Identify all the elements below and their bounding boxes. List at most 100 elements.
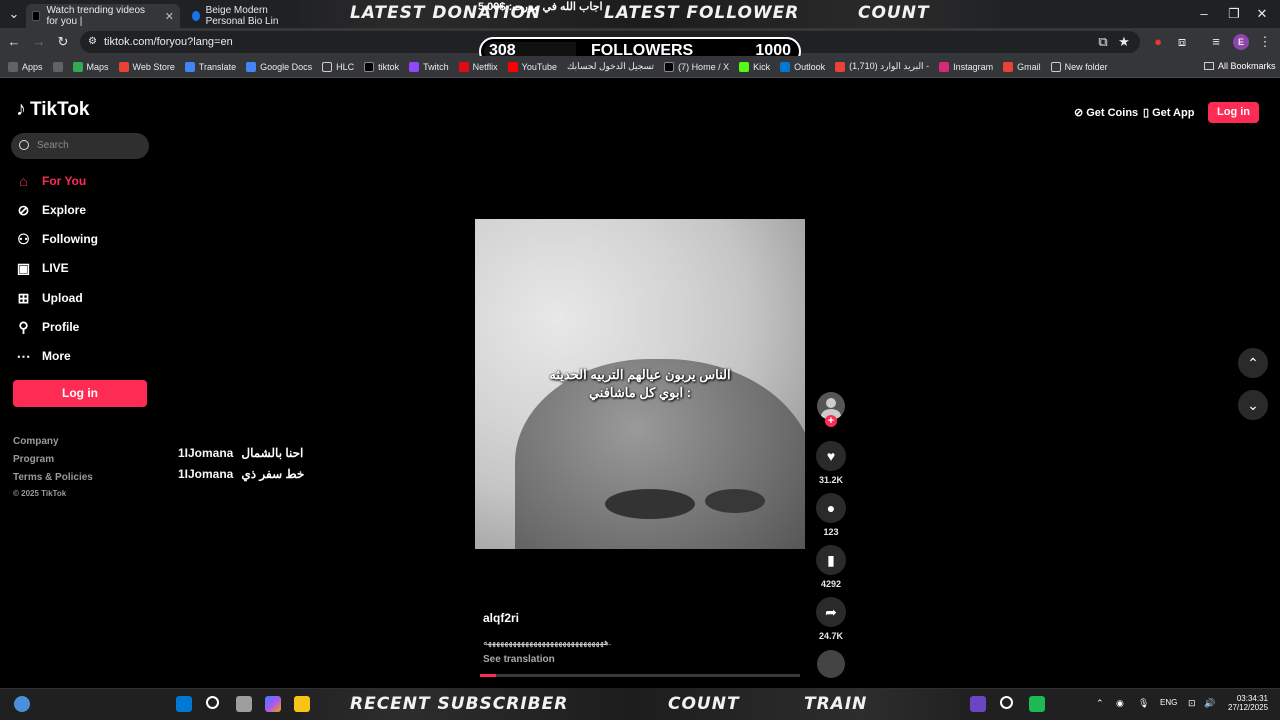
outlook-icon <box>780 61 791 72</box>
nav-explore[interactable]: ⊘ Explore <box>15 200 86 220</box>
forward-icon[interactable]: → <box>31 34 47 50</box>
video-player[interactable]: الناس يربون عيالهم التربيه الحديثه ابوي … <box>475 219 805 549</box>
widgets-icon[interactable] <box>14 696 30 712</box>
chat-message: 1IJomana احنا بالشمال <box>178 446 303 460</box>
tiktok-icon <box>364 61 375 72</box>
task-view-icon[interactable] <box>236 696 252 712</box>
sidebar-login-button[interactable]: Log in <box>13 380 147 407</box>
bookmark-outlook[interactable]: Outlook <box>780 61 825 72</box>
bookmark-web-store[interactable]: Web Store <box>118 61 175 72</box>
bookmark-grid[interactable] <box>52 61 63 72</box>
share-count: 24.7K <box>818 631 844 641</box>
web-store-icon <box>118 61 129 72</box>
tab-tiktok[interactable]: Watch trending videos for you | ✕ <box>26 4 180 28</box>
comment-button[interactable]: ● 123 <box>815 493 847 537</box>
tab-bio-link[interactable]: Beige Modern Personal Bio Lin <box>186 4 316 28</box>
bookmark-new-folder[interactable]: New folder <box>1050 61 1108 72</box>
install-app-icon[interactable]: ⧉ <box>1095 34 1111 50</box>
profile-avatar[interactable]: E <box>1233 34 1249 50</box>
bookmark-twitch[interactable]: Twitch <box>409 61 449 72</box>
get-app-button[interactable]: ▯ Get App <box>1143 102 1194 123</box>
app-green-icon[interactable] <box>1029 696 1045 712</box>
extensions-puzzle-icon[interactable]: ⧈ <box>1174 34 1190 50</box>
start-icon[interactable] <box>176 696 192 712</box>
bookmark-tiktok[interactable]: tiktok <box>364 61 399 72</box>
bookmark-inbox[interactable]: (1,710) البريد الوارد - <box>835 61 929 72</box>
video-progress-bar[interactable] <box>480 674 800 677</box>
extension-icon[interactable]: ● <box>1150 34 1166 50</box>
video-frame-shape <box>705 489 765 513</box>
nav-profile[interactable]: ⚲ Profile <box>15 317 79 337</box>
bookmark-star-icon[interactable]: ★ <box>1116 34 1132 50</box>
menu-icon[interactable]: ⋮ <box>1257 34 1273 50</box>
bookmark-apps[interactable]: Apps <box>8 61 43 72</box>
bookmark-x[interactable]: (7) Home / X <box>664 61 729 72</box>
footer-company[interactable]: Company <box>13 436 59 447</box>
microphone-icon[interactable]: 🎙 <box>1138 698 1149 709</box>
back-icon[interactable]: ← <box>6 34 22 50</box>
reload-icon[interactable]: ↻ <box>55 34 71 50</box>
network-icon[interactable]: ⊡ <box>1188 698 1196 709</box>
previous-video-button[interactable]: ⌃ <box>1238 348 1268 378</box>
bookmark-kick[interactable]: Kick <box>739 61 770 72</box>
folder-icon <box>322 61 333 72</box>
bookmark-hlc[interactable]: HLC <box>322 61 354 72</box>
video-description: هههههههههههههههههههههههههههههه. <box>483 637 612 647</box>
minimize-icon[interactable]: – <box>1196 6 1212 22</box>
file-explorer-icon[interactable] <box>294 696 310 712</box>
next-video-button[interactable]: ⌄ <box>1238 390 1268 420</box>
latest-follower-title: LATEST FOLLOWER <box>604 3 800 23</box>
language-indicator[interactable]: ENG <box>1160 698 1177 707</box>
bookmark-maps[interactable]: Maps <box>72 61 109 72</box>
url-text: tiktok.com/foryou?lang=en <box>104 36 233 48</box>
search-input[interactable]: Search <box>11 133 149 159</box>
save-count: 4292 <box>820 579 842 589</box>
home-icon: ⌂ <box>19 173 28 189</box>
share-button[interactable]: ➦ 24.7K <box>815 597 847 641</box>
music-disc-avatar[interactable] <box>817 650 845 678</box>
bookmark-translate[interactable]: Translate <box>184 61 236 72</box>
site-info-icon[interactable]: ⚙ <box>88 31 97 53</box>
obs-icon[interactable] <box>1000 696 1013 709</box>
header-login-button[interactable]: Log in <box>1208 102 1259 123</box>
chat-username: 1IJomana <box>178 467 234 481</box>
nav-following[interactable]: ⚇ Following <box>15 229 98 249</box>
follow-plus-icon[interactable]: + <box>825 415 837 427</box>
bookmark-google-docs[interactable]: Google Docs <box>246 61 312 72</box>
bookmark-youtube[interactable]: YouTube <box>507 61 557 72</box>
folder-icon <box>1050 61 1061 72</box>
see-translation-link[interactable]: See translation <box>483 654 555 665</box>
close-tab-icon[interactable]: ✕ <box>165 10 174 23</box>
nav-more[interactable]: ⋯ More <box>15 346 71 366</box>
media-icon[interactable]: ≡ <box>1208 34 1224 50</box>
tab-search-icon[interactable]: ⌄ <box>6 6 22 22</box>
app-icon[interactable] <box>970 696 986 712</box>
volume-icon[interactable]: 🔊 <box>1204 698 1215 709</box>
tray-app-icon[interactable]: ◉ <box>1116 698 1124 709</box>
maximize-icon[interactable]: ❐ <box>1226 6 1242 22</box>
nav-for-you[interactable]: ⌂ For You <box>15 171 86 191</box>
video-author[interactable]: alqf2ri <box>483 611 519 625</box>
get-coins-button[interactable]: ⊘ Get Coins <box>1074 102 1138 123</box>
copilot-icon[interactable] <box>265 696 281 712</box>
bookmark-login[interactable]: تسجيل الدخول لحسابك <box>567 61 654 72</box>
footer-terms[interactable]: Terms & Policies <box>13 472 93 483</box>
like-button[interactable]: ♥ 31.2K <box>815 441 847 485</box>
close-window-icon[interactable]: ✕ <box>1254 6 1270 22</box>
nav-upload[interactable]: ⊞ Upload <box>15 288 83 308</box>
tiktok-logo[interactable]: ♪ TikTok <box>16 98 89 121</box>
tray-chevron-icon[interactable]: ⌃ <box>1096 698 1104 709</box>
taskbar-search-icon[interactable] <box>206 696 219 709</box>
bookmark-instagram[interactable]: Instagram <box>939 61 993 72</box>
save-button[interactable]: ▮ 4292 <box>815 545 847 589</box>
bookmark-gmail[interactable]: Gmail <box>1003 61 1041 72</box>
nav-live[interactable]: ▣ LIVE <box>15 258 69 278</box>
bookmark-icon: ▮ <box>816 545 846 575</box>
browser-favicon-icon <box>192 11 200 21</box>
clock[interactable]: 03:34:31 27/12/2025 <box>1228 694 1268 712</box>
all-bookmarks[interactable]: All Bookmarks <box>1204 61 1276 71</box>
profile-icon: ⚲ <box>18 318 29 335</box>
bookmark-netflix[interactable]: Netflix <box>458 61 498 72</box>
more-icon: ⋯ <box>16 347 31 364</box>
footer-program[interactable]: Program <box>13 454 54 465</box>
